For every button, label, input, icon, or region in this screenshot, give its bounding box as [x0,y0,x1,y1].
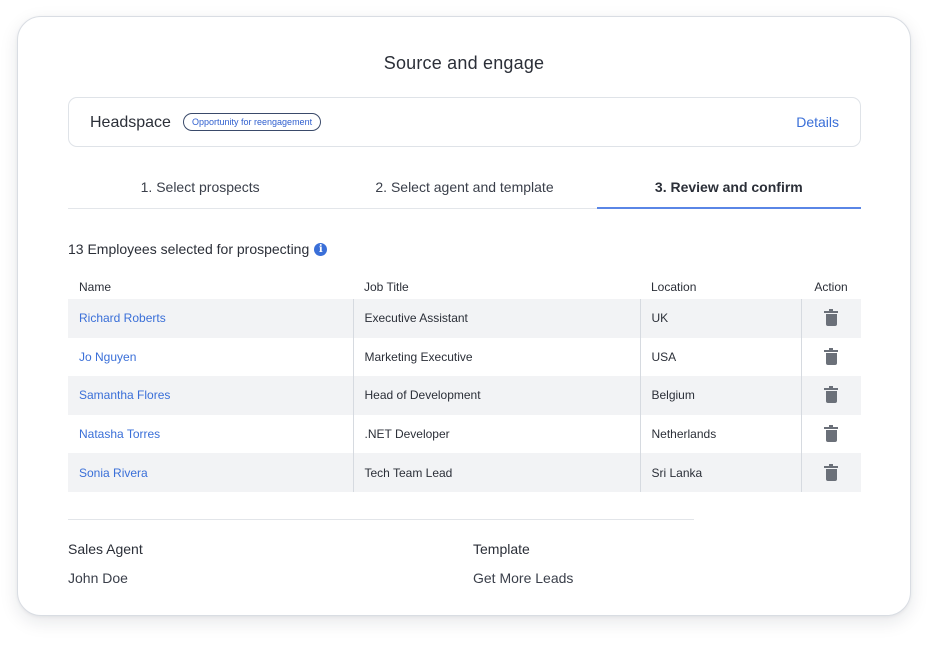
header-name: Name [79,280,112,294]
tab-select-prospects[interactable]: 1. Select prospects [68,167,332,208]
location-cell: Netherlands [640,414,802,454]
trash-icon[interactable] [824,386,839,404]
trash-icon[interactable] [824,347,839,366]
employee-name-link[interactable]: Jo Nguyen [79,350,136,364]
name-cell: Sonia Rivera [68,453,354,492]
table-row: Samantha Flores Head of Development Belg… [68,376,861,415]
name-cell: Richard Roberts [68,299,354,338]
action-cell [801,453,861,492]
action-cell [801,414,861,454]
section-divider [68,519,694,520]
action-cell [801,376,861,415]
tab-review-confirm[interactable]: 3. Review and confirm [596,167,862,209]
table-row: Sonia Rivera Tech Team Lead Sri Lanka [68,453,861,492]
job-title-cell: Executive Assistant [353,299,641,338]
header-location: Location [651,280,697,294]
trash-icon[interactable] [824,309,839,327]
employee-name-link[interactable]: Sonia Rivera [79,466,148,480]
action-cell [801,299,861,338]
name-cell: Samantha Flores [68,376,354,415]
job-title-cell: Head of Development [353,376,641,415]
location-cell: USA [640,337,802,377]
location-cell: Belgium [640,376,802,415]
selection-summary: 13 Employees selected for prospecting i [68,241,328,257]
details-link[interactable]: Details [796,114,839,130]
template-label: Template [473,541,530,557]
sales-agent-value: John Doe [68,570,128,586]
table-row: Richard Roberts Executive Assistant UK [68,299,861,338]
name-cell: Jo Nguyen [68,337,354,377]
employee-name-link[interactable]: Samantha Flores [79,388,170,402]
job-title-cell: Tech Team Lead [353,453,641,492]
selection-summary-text: 13 Employees selected for prospecting [68,241,310,257]
tab-select-agent-template[interactable]: 2. Select agent and template [332,167,596,208]
job-title-cell: Marketing Executive [353,337,641,377]
table-row: Jo Nguyen Marketing Executive USA [68,337,861,377]
header-action: Action [814,280,848,294]
location-cell: Sri Lanka [640,453,802,492]
sales-agent-label: Sales Agent [68,541,143,557]
company-name: Headspace [90,114,171,131]
info-icon[interactable]: i [314,242,328,256]
trash-icon[interactable] [824,425,839,443]
action-cell [801,337,861,377]
table-row: Natasha Torres .NET Developer Netherland… [68,414,861,454]
step-tabs: 1. Select prospects 2. Select agent and … [68,167,862,209]
name-cell: Natasha Torres [68,414,354,454]
page-title: Source and engage [383,53,545,73]
template-value: Get More Leads [473,570,574,586]
status-badge: Opportunity for reengagement [183,113,322,131]
employee-name-link[interactable]: Richard Roberts [79,311,166,325]
location-cell: UK [640,299,802,338]
employees-table: Name Job Title Location Action Richard R… [68,275,861,492]
employee-name-link[interactable]: Natasha Torres [79,427,160,441]
source-engage-card: Source and engage Headspace Opportunity … [17,16,911,616]
job-title-cell: .NET Developer [353,414,641,454]
table-header-row: Name Job Title Location Action [68,275,861,299]
trash-icon[interactable] [824,463,839,482]
header-job-title: Job Title [364,280,409,294]
company-bar: Headspace Opportunity for reengagement D… [68,97,861,147]
